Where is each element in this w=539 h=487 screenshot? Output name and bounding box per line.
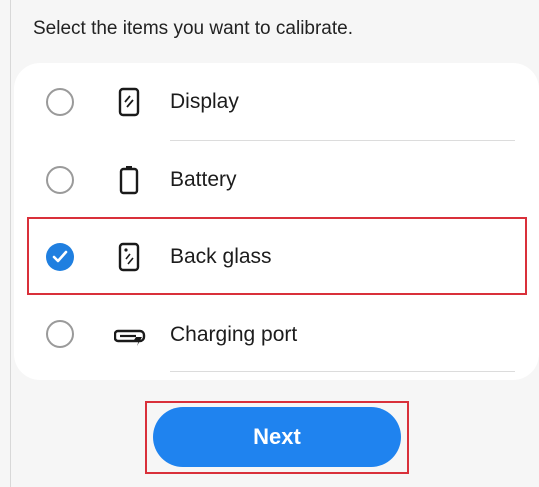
item-label-charging-port: Charging port <box>170 323 298 346</box>
calibration-screen: Select the items you want to calibrate. … <box>0 0 539 487</box>
charging-port-icon <box>113 320 146 350</box>
radio-battery[interactable] <box>46 166 74 194</box>
phone-display-icon <box>118 87 140 117</box>
window-edge <box>10 0 11 487</box>
list-item-charging-port[interactable]: Charging port <box>14 296 539 374</box>
radio-display[interactable] <box>46 88 74 116</box>
divider <box>170 371 515 372</box>
item-label-display: Display <box>170 90 239 113</box>
radio-charging-port[interactable] <box>46 320 74 348</box>
instruction-text: Select the items you want to calibrate. <box>33 18 353 39</box>
battery-icon <box>118 165 140 195</box>
item-label-battery: Battery <box>170 168 237 191</box>
selection-highlight <box>27 217 527 295</box>
next-button[interactable]: Next <box>153 407 401 467</box>
list-item-display[interactable]: Display <box>14 63 539 141</box>
list-item-battery[interactable]: Battery <box>14 141 539 219</box>
